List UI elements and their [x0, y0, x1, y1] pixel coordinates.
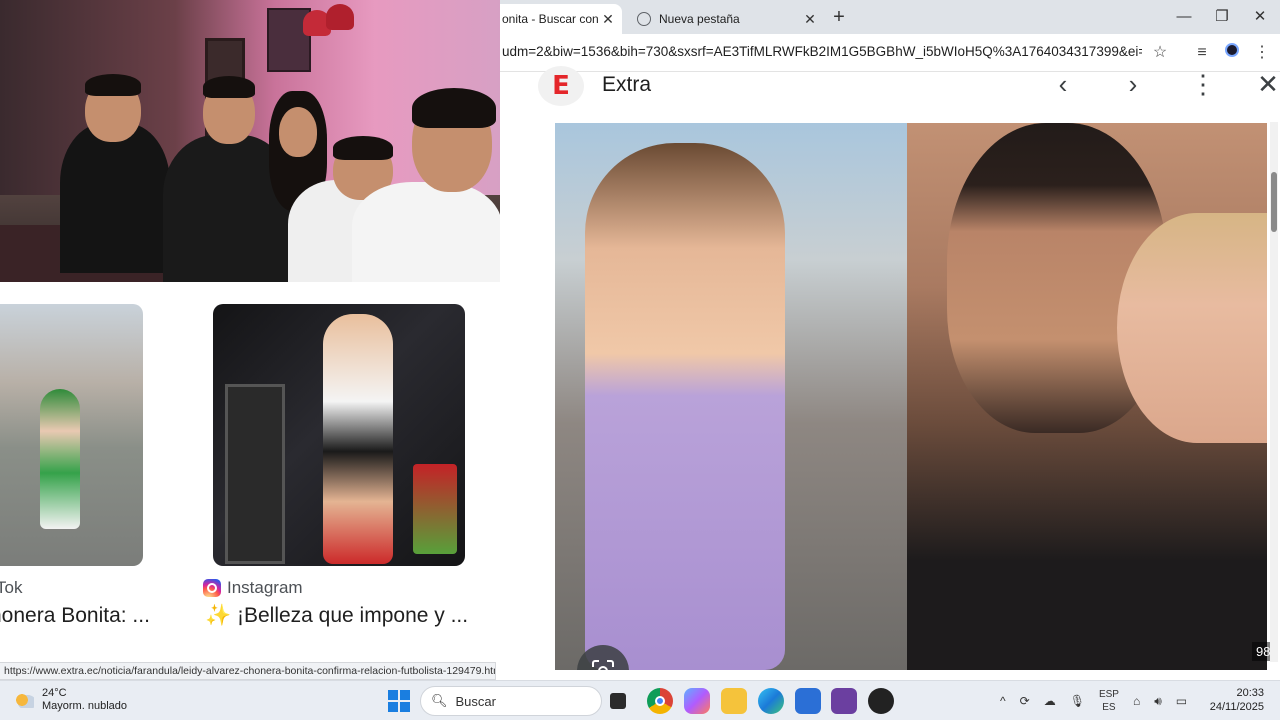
- volume-icon[interactable]: 🔊︎: [1154, 694, 1162, 709]
- profile-icon[interactable]: [1222, 43, 1242, 63]
- tab-strip: onita - Buscar con Go ✕ Nueva pestaña ✕ …: [500, 0, 1280, 34]
- source-name: Instagram: [227, 578, 303, 597]
- taskbar-search[interactable]: 🔍︎ Buscar: [420, 686, 602, 716]
- red-cap: [326, 4, 354, 30]
- language-indicator[interactable]: ESP ES: [1099, 688, 1119, 714]
- webcam-overlay: [0, 0, 500, 282]
- file-explorer-icon[interactable]: [721, 688, 747, 714]
- media-control-icon[interactable]: ≡: [1192, 43, 1212, 63]
- search-placeholder: Buscar: [455, 693, 496, 709]
- edge-icon[interactable]: [758, 688, 784, 714]
- result-source[interactable]: Instagram: [203, 578, 303, 598]
- result-title[interactable]: honera Bonita: ...: [0, 604, 150, 628]
- clock[interactable]: 20:33 24/11/2025: [1206, 686, 1264, 714]
- bookmark-star-icon[interactable]: ☆: [1150, 43, 1170, 63]
- store-icon[interactable]: [795, 688, 821, 714]
- menu-icon[interactable]: ⋮: [1252, 43, 1272, 63]
- taskbar: 24°C Mayorm. nublado 🔍︎ Buscar ^ ⟳ ☁ 🎙︎ …: [0, 680, 1280, 720]
- result-thumbnail[interactable]: [0, 304, 143, 566]
- close-icon[interactable]: ✕: [802, 11, 818, 28]
- preview-image-left: [555, 123, 907, 670]
- task-view-icon[interactable]: [610, 693, 626, 709]
- app-icon[interactable]: [831, 688, 857, 714]
- close-icon[interactable]: ✕: [1256, 71, 1280, 98]
- minimize-button[interactable]: —: [1166, 4, 1202, 30]
- woman-figure: [585, 143, 785, 670]
- close-window-button[interactable]: ✕: [1242, 4, 1278, 30]
- address-bar: udm=2&biw=1536&bih=730&sxsrf=AE3TifMLRWF…: [500, 34, 1280, 72]
- image-preview-panel: E Extra ‹ › ⋮ ✕ 98: [514, 66, 1280, 670]
- lang-top: ESP: [1098, 689, 1119, 700]
- preview-image-right: [907, 123, 1267, 670]
- maximize-button[interactable]: ❐: [1204, 4, 1240, 30]
- site-logo-letter: E: [552, 71, 570, 101]
- tab-label: Nueva pestaña: [659, 12, 740, 26]
- partly-cloudy-icon: [14, 692, 34, 708]
- microphone-icon[interactable]: 🎙︎: [1070, 694, 1085, 708]
- scrollbar[interactable]: [1270, 122, 1278, 662]
- system-tray: ^ ⟳ ☁ 🎙︎ ESP ES ⌂ 🔊︎ ▭: [1000, 681, 1187, 721]
- search-icon: 🔍︎: [431, 693, 448, 708]
- result-thumbnail[interactable]: [213, 304, 465, 566]
- recording-app-icon[interactable]: [868, 688, 894, 714]
- result-title[interactable]: ✨ ¡Belleza que impone y ...: [205, 604, 468, 628]
- weather-desc: Mayorm. nublado: [42, 700, 127, 712]
- url-field[interactable]: udm=2&biw=1536&bih=730&sxsrf=AE3TifMLRWF…: [502, 44, 1142, 59]
- copilot-icon[interactable]: [684, 688, 710, 714]
- site-name[interactable]: Extra: [602, 73, 651, 97]
- lens-icon: [592, 660, 614, 670]
- instagram-icon: [203, 579, 221, 597]
- motorex-banner: [225, 384, 285, 564]
- preview-image[interactable]: [555, 123, 1267, 670]
- image-results-grid: Tok honera Bonita: ... Instagram ✨ ¡Bell…: [0, 282, 501, 662]
- model-figure: [323, 314, 393, 564]
- weather-temp: 24°C: [42, 687, 67, 699]
- wifi-icon[interactable]: ⌂: [1133, 694, 1140, 708]
- scrollbar-thumb[interactable]: [1271, 172, 1277, 232]
- sync-icon[interactable]: ⟳: [1020, 694, 1030, 708]
- chevron-up-icon[interactable]: ^: [1000, 694, 1006, 708]
- battery-icon[interactable]: ▭: [1176, 694, 1187, 708]
- oil-bucket: [413, 464, 457, 554]
- new-tab-button[interactable]: +: [828, 6, 850, 29]
- chevron-right-icon[interactable]: ›: [1121, 71, 1145, 98]
- status-url: https://www.extra.ec/noticia/farandula/l…: [0, 662, 496, 680]
- more-options-icon[interactable]: ⋮: [1190, 71, 1216, 98]
- clock-date: 24/11/2025: [1209, 701, 1264, 713]
- site-logo[interactable]: E: [538, 66, 584, 106]
- start-button[interactable]: [388, 690, 410, 712]
- tab-label: onita - Buscar con Go: [502, 12, 600, 26]
- preview-header: E Extra ‹ › ⋮ ✕: [514, 66, 1280, 122]
- lang-bottom: ES: [1102, 702, 1116, 713]
- parade-dancer-figure: [40, 389, 80, 529]
- tab-new-tab[interactable]: Nueva pestaña ✕: [634, 4, 824, 34]
- clock-time: 20:33: [1236, 687, 1264, 699]
- woman-figure: [1117, 213, 1267, 443]
- source-name: Tok: [0, 578, 23, 597]
- weather-widget[interactable]: 24°C Mayorm. nublado: [14, 687, 127, 713]
- result-source[interactable]: Tok: [0, 578, 22, 598]
- close-icon[interactable]: ✕: [600, 11, 616, 28]
- chrome-icon: [637, 12, 651, 26]
- tab-google-search[interactable]: onita - Buscar con Go ✕: [500, 4, 622, 34]
- network-icon[interactable]: ☁: [1044, 694, 1056, 708]
- chrome-icon[interactable]: [647, 688, 673, 714]
- chevron-left-icon[interactable]: ‹: [1051, 71, 1075, 98]
